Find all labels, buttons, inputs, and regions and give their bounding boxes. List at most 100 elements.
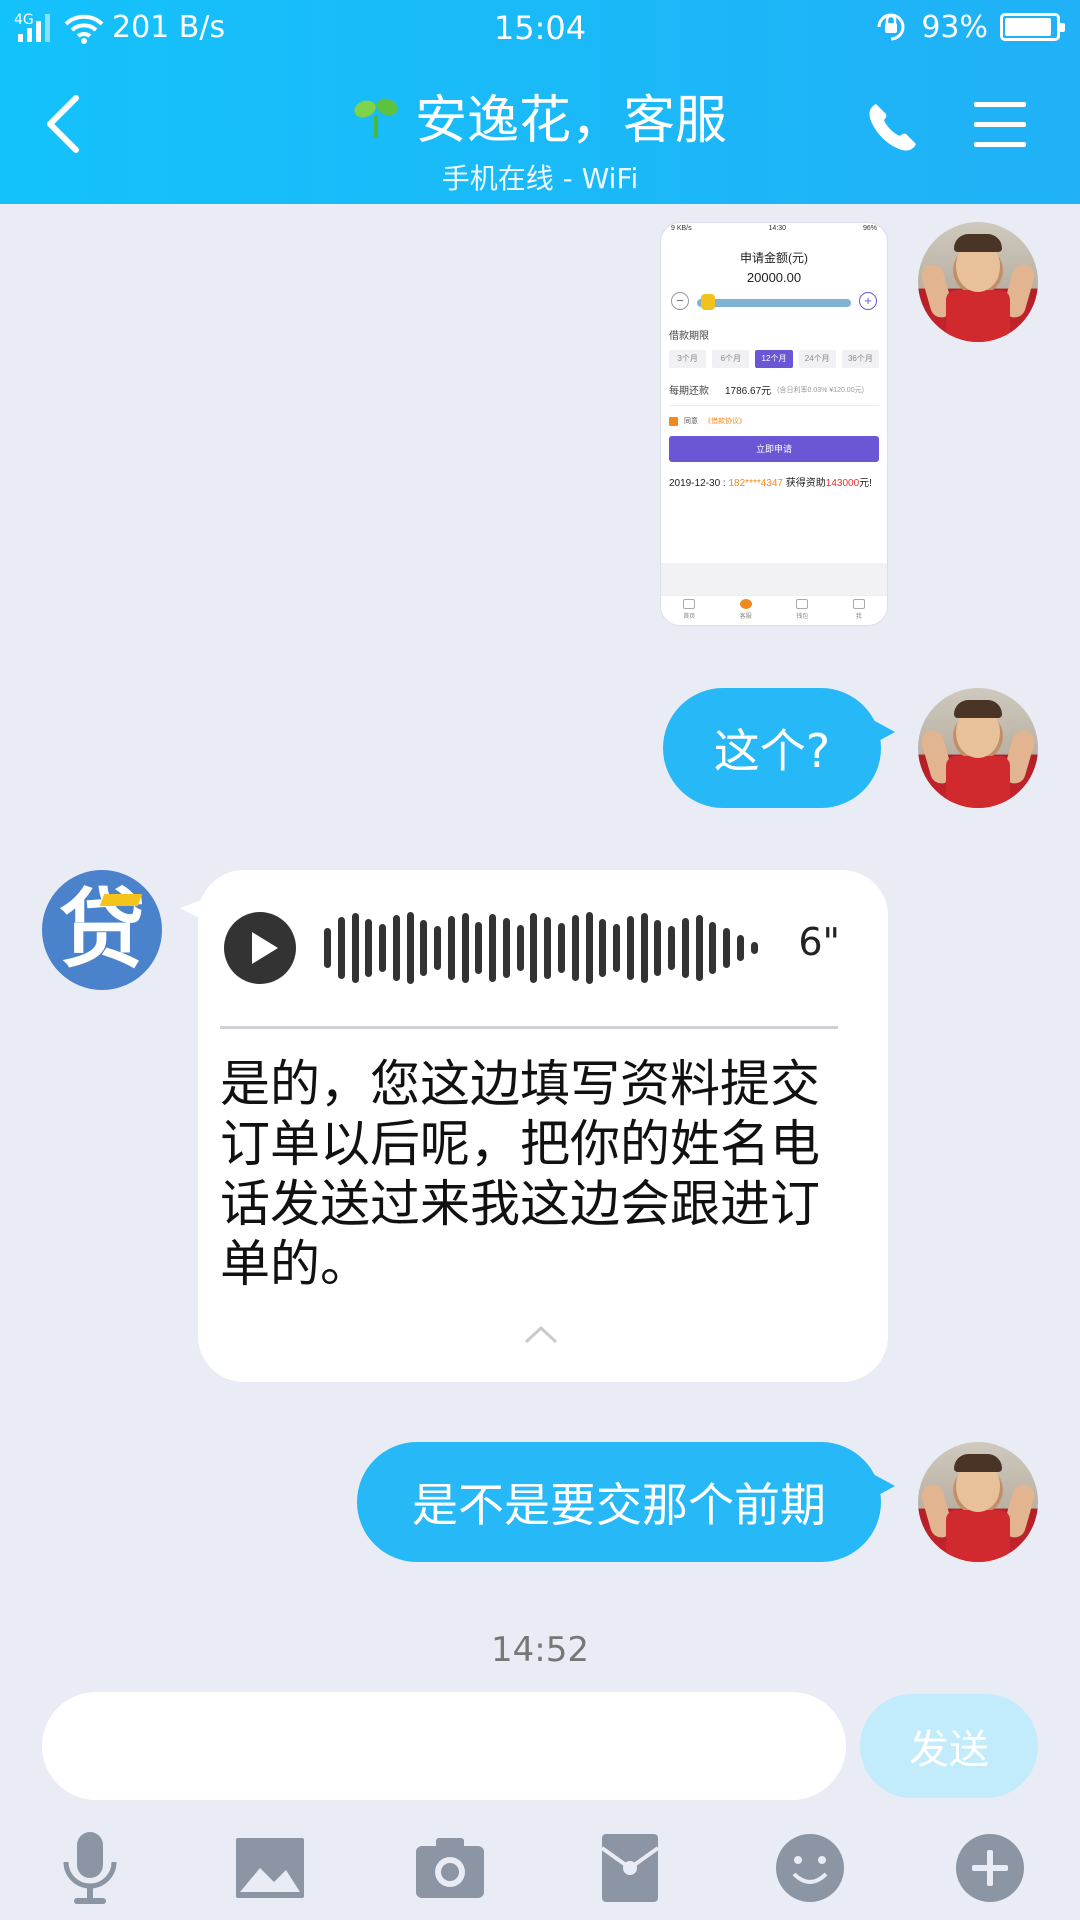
sent-message-bubble[interactable]: 是不是要交那个前期: [357, 1442, 895, 1562]
shot-period-option: 24个月: [798, 350, 836, 368]
waveform-bar: [558, 923, 566, 973]
waveform-bar: [668, 926, 676, 970]
shot-amount-value: 20000.00: [746, 270, 802, 285]
emoji-icon[interactable]: [770, 1828, 850, 1908]
red-packet-icon[interactable]: [590, 1828, 670, 1908]
shot-tab-label: 客服: [739, 614, 752, 620]
chat-toolbar: [0, 1820, 1080, 1910]
shot-status-time: 14:30: [768, 225, 787, 232]
message-input[interactable]: [42, 1692, 846, 1800]
play-icon[interactable]: [224, 912, 296, 984]
shot-agree-link: 《借款协议》: [704, 418, 746, 425]
shot-slider-knob: [701, 294, 715, 310]
shot-amount-slider: − +: [671, 291, 877, 313]
message-text: 这个?: [713, 724, 831, 778]
shot-tab-bar: 首页 客服 钱包 我: [661, 595, 887, 625]
shot-tab-label: 我: [855, 614, 862, 620]
shot-ticker-phone: 182****4347: [728, 478, 784, 489]
shot-repay-value: 1786.67元: [725, 386, 772, 397]
rotation-lock-icon: [877, 13, 905, 41]
battery-icon: [1000, 13, 1065, 41]
shot-status-left: 9 KB/s: [671, 225, 692, 232]
chat-title-text: 安逸花，客服: [414, 91, 727, 151]
shot-period-option: 6个月: [712, 350, 750, 368]
shot-checkbox-icon: [669, 416, 678, 426]
plus-icon[interactable]: [950, 1828, 1030, 1908]
waveform-bar: [613, 924, 621, 972]
service-avatar[interactable]: 贷: [42, 870, 162, 990]
shot-period-option: 3个月: [669, 350, 707, 368]
sprout-icon: [354, 98, 398, 137]
waveform-bar: [406, 912, 414, 984]
shot-period-option: 36个月: [841, 350, 880, 368]
shot-period-label: 借款期限: [669, 331, 709, 342]
shot-tab-label: 钱包: [796, 614, 809, 620]
image-icon[interactable]: [230, 1828, 310, 1908]
waveform-bar: [599, 919, 607, 977]
shot-plus-icon: +: [859, 292, 877, 310]
shot-tab: 钱包: [774, 596, 831, 625]
shot-ticker: 2019-12-30 : 182****4347 获得资助143000元!: [669, 474, 879, 489]
shot-ticker-unit: 元!: [859, 478, 872, 489]
shot-repay-note: (含日利率0.03% ¥120.00元): [777, 386, 864, 394]
send-button[interactable]: 发送: [860, 1694, 1038, 1798]
waveform-bar: [379, 924, 387, 972]
waveform-bar: [723, 928, 731, 968]
shot-period-options: 3个月 6个月 12个月 24个月 36个月: [669, 350, 880, 368]
menu-icon[interactable]: [972, 100, 1028, 150]
message-text: 是不是要交那个前期: [412, 1478, 826, 1532]
waveform-bar: [337, 917, 345, 979]
shot-status-right: 96%: [862, 225, 877, 232]
chat-timestamp: 14:52: [491, 1630, 589, 1670]
waveform-bar: [530, 913, 538, 983]
waveform-bar: [489, 914, 497, 982]
sent-message-bubble[interactable]: 这个?: [663, 688, 895, 808]
shot-wallet-icon: [796, 599, 809, 609]
waveform-bar: [461, 913, 469, 983]
shot-repay-label: 每期还款: [669, 386, 709, 397]
waveform-bar: [392, 915, 400, 981]
shot-service-icon: [739, 599, 752, 609]
waveform-bar: [695, 915, 703, 981]
voice-divider: [220, 1026, 838, 1029]
camera-icon[interactable]: [410, 1828, 490, 1908]
chat-subtitle: 手机在线 - WiFi: [441, 162, 639, 195]
waveform-bar: [681, 918, 689, 978]
shot-ticker-mid: 获得资助: [785, 478, 826, 489]
waveform-bar: [351, 913, 359, 983]
voice-duration: 6": [798, 920, 840, 964]
microphone-icon[interactable]: [50, 1828, 130, 1908]
waveform-bar: [434, 926, 442, 970]
waveform-bar: [750, 942, 758, 954]
voice-message-bubble[interactable]: 6" 是的，您这边填写资料提交订单以后呢，把你的姓名电话发送过来我这边会跟进订单…: [180, 870, 888, 1382]
shot-agree-text: 同意: [684, 418, 698, 425]
waveform-bar: [736, 935, 744, 961]
my-avatar[interactable]: [918, 222, 1038, 342]
voice-transcript: 是的，您这边填写资料提交订单以后呢，把你的姓名电话发送过来我这边会跟进订单的。: [220, 1055, 820, 1293]
header: 4G 201 B/s 15:04 93% 安逸花，客服 手机在线 - WiFi: [0, 0, 1080, 204]
chevron-up-icon[interactable]: [524, 1324, 558, 1344]
shot-home-icon: [683, 599, 696, 609]
phone-icon[interactable]: [864, 100, 920, 156]
chat-title: 安逸花，客服: [353, 78, 727, 153]
shot-tab: 我: [831, 596, 888, 625]
waveform-bar: [502, 918, 510, 978]
shot-minus-icon: −: [671, 292, 689, 310]
waveform-bar: [709, 922, 717, 974]
status-bar: 4G 201 B/s 15:04 93%: [0, 0, 1080, 56]
shot-slider-track: [697, 299, 851, 307]
waveform-bar: [654, 920, 662, 976]
shot-ticker-amount: 143000: [825, 478, 860, 489]
my-avatar[interactable]: [918, 1442, 1038, 1562]
waveform-bar: [447, 916, 455, 980]
waveform-bar: [571, 915, 579, 981]
shot-agreement-row: 同意 《借款协议》: [669, 416, 879, 426]
shot-tab: 客服: [718, 596, 775, 625]
waveform-bar: [516, 925, 524, 971]
voice-waveform[interactable]: [324, 910, 758, 986]
shared-image-message[interactable]: 9 KB/s 14:30 96% 申请金额(元) 20000.00 − + 借款…: [660, 222, 888, 626]
shot-tab: 首页: [661, 596, 718, 625]
waveform-bar: [544, 917, 552, 979]
my-avatar[interactable]: [918, 688, 1038, 808]
shot-profile-icon: [852, 599, 865, 609]
